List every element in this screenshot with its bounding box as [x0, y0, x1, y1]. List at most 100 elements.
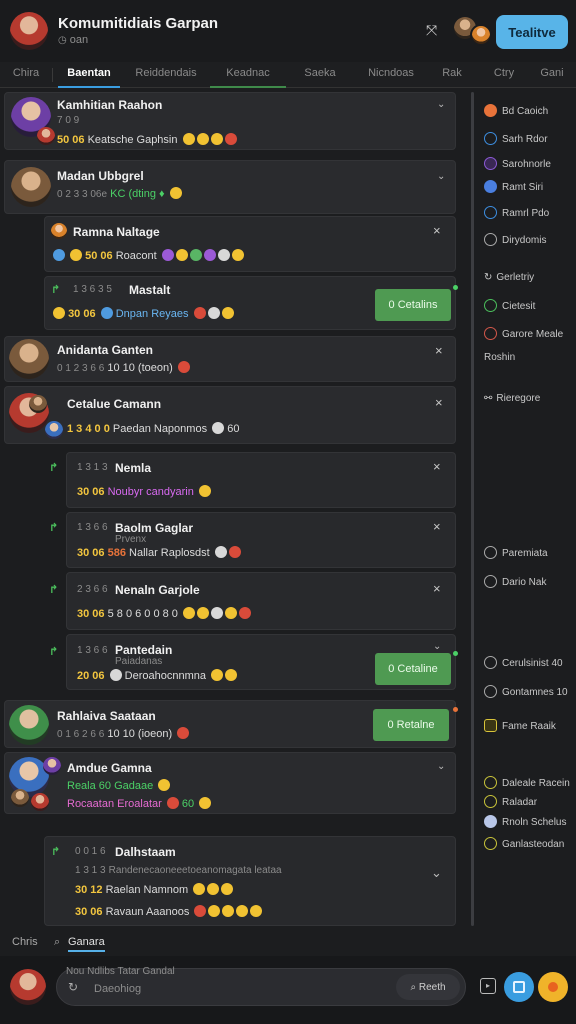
arrow-icon: ↱ — [49, 646, 59, 658]
online-indicator — [453, 285, 458, 290]
tab-gani[interactable]: Gani — [532, 62, 572, 88]
item-count: 30 06 — [77, 608, 105, 620]
search-icon[interactable]: ⌕ — [54, 936, 60, 949]
feed-reply[interactable]: ↱ 1 3 6 6 Pantedain Paiadanas 20 06 Dero… — [49, 634, 458, 690]
item-line: 30 06 Noubyr candyarin — [77, 485, 211, 498]
right-panel-item[interactable]: Paremiata — [484, 546, 548, 559]
right-panel-item[interactable]: Sarh Rdor — [484, 132, 548, 145]
details-button[interactable]: 0 Cetalins — [375, 289, 451, 321]
item-text: Deroahocnnmna — [124, 670, 206, 682]
close-icon[interactable]: × — [435, 343, 443, 358]
tab-divider — [52, 68, 53, 82]
tab-nicndoas[interactable]: Nicndoas — [358, 62, 424, 88]
feed-reply[interactable]: ↱ 2 3 6 6 Nenaln Garjole 30 06 5 8 0 6 0… — [49, 572, 456, 630]
item-title: Kamhitian Raahon — [57, 98, 163, 112]
clock-icon — [484, 656, 497, 669]
item-meta: 0 1 6 2 6 6 — [57, 729, 105, 740]
emoji-icon — [193, 883, 206, 895]
arrow-icon: ↱ — [49, 462, 59, 474]
details-button[interactable]: 0 Cetaline — [375, 653, 451, 685]
tab-ctry[interactable]: Ctry — [484, 62, 524, 88]
right-panel-item[interactable]: Dirydomis — [484, 233, 546, 246]
chevron-down-icon[interactable]: ⌄ — [433, 641, 441, 652]
tab-ganara[interactable]: Ganara — [68, 936, 105, 952]
right-panel-item[interactable]: ⚯ Rieregore — [484, 393, 540, 404]
feed-item[interactable]: Madan Ubbgrel 0 2 3 3 06e KC (dting ♦ ⌄ — [4, 160, 456, 214]
clock-icon — [484, 685, 497, 698]
feed-reply[interactable]: ↱ 1 3 6 3 5 Mastalt 30 06 Dnpan Reyaes 0… — [44, 276, 458, 330]
emoji-icon — [175, 249, 188, 261]
close-icon[interactable]: × — [433, 519, 441, 534]
item-text: Nallar Raplosdst — [129, 547, 210, 559]
feed-reply[interactable]: Ramna Naltage 50 06 Roacont × — [44, 216, 456, 272]
right-panel-item[interactable]: Raladar — [484, 795, 537, 808]
tab-keadnac[interactable]: Keadnac — [210, 62, 286, 88]
share-icon[interactable]: ⤧ — [426, 22, 437, 39]
right-panel-item[interactable]: Rnoln Schelus — [484, 815, 566, 828]
item-text: Raelan Namnom — [105, 884, 189, 896]
right-panel-item[interactable]: Gontamnes 10 — [484, 685, 568, 698]
item-title: Nenaln Garjole — [115, 583, 200, 597]
tab-rak[interactable]: Rak — [432, 62, 472, 88]
item-line: 30 06 586 Nallar Raplosdst — [77, 546, 241, 559]
right-panel-item[interactable]: Sarohnorle — [484, 157, 551, 170]
right-panel-item[interactable]: Bd Caoich — [484, 104, 548, 117]
emoji-icon — [211, 669, 224, 681]
right-panel-item[interactable]: Cerulsinist 40 — [484, 656, 563, 669]
item-sub: Paiadanas — [115, 656, 163, 667]
right-panel-label: Ganlasteodan — [502, 839, 565, 850]
close-icon[interactable]: × — [435, 395, 443, 410]
feed-scrollbar[interactable] — [471, 92, 474, 926]
participant-avatar[interactable] — [470, 24, 492, 46]
right-panel-label: Gerletriy — [496, 272, 535, 283]
feed-item[interactable]: Anidanta Ganten 0 1 2 3 6 6 10 10 (toeon… — [4, 336, 456, 382]
right-panel-item[interactable]: Garore Meale — [484, 327, 563, 340]
send-button[interactable]: ⌕ Reeth — [396, 974, 460, 1000]
tab-baentan[interactable]: Baentan — [58, 62, 120, 88]
right-panel-item[interactable]: Fame Raaik — [484, 719, 556, 732]
details-button[interactable]: 0 Retalne — [373, 709, 449, 741]
attach-button[interactable] — [504, 972, 534, 1002]
right-panel-item[interactable]: ↻ Gerletriy — [484, 272, 534, 283]
item-line: 1 3 1 3 Randenecaoneeetoeanomagata leata… — [75, 864, 282, 876]
feed-item[interactable]: Amdue Gamna Reala 60 Gadaae Rocaatan Ero… — [4, 752, 456, 814]
right-panel-label: Fame Raaik — [502, 721, 556, 732]
my-avatar[interactable] — [10, 969, 46, 1005]
profile-avatar[interactable] — [10, 12, 48, 50]
chevron-down-icon[interactable]: ⌄ — [431, 865, 442, 881]
tab-chris[interactable]: Chris — [12, 936, 38, 948]
right-panel-item[interactable]: Ramt Siri — [484, 180, 543, 193]
avatar-icon — [484, 815, 497, 828]
close-icon[interactable]: × — [433, 223, 441, 238]
chevron-down-icon[interactable]: ⌄ — [437, 761, 445, 772]
chevron-down-icon[interactable]: ⌄ — [437, 171, 445, 182]
right-panel-item[interactable]: Dario Nak — [484, 575, 546, 588]
right-panel-item[interactable]: Cietesit — [484, 299, 535, 312]
tab-saeka[interactable]: Saeka — [292, 62, 348, 88]
feed-reply[interactable]: ↱ 0 0 1 6 Dalhstaam 1 3 1 3 Randenecaone… — [44, 836, 456, 926]
record-button[interactable] — [538, 972, 568, 1002]
right-panel-item[interactable]: Daleale Racein — [484, 776, 570, 789]
chevron-down-icon[interactable]: ⌄ — [437, 99, 445, 110]
refresh-icon[interactable]: ↻ — [68, 980, 78, 994]
feed-reply[interactable]: ↱ 1 3 1 3 Nemla 30 06 Noubyr candyarin × — [49, 452, 456, 508]
close-icon[interactable]: × — [433, 581, 441, 596]
right-panel-item[interactable]: Roshin — [484, 352, 515, 363]
right-panel-item[interactable]: Ramrl Pdo — [484, 206, 549, 219]
right-panel-item[interactable]: Ganlasteodan — [484, 837, 564, 850]
item-text: 5 8 0 6 0 0 8 0 — [107, 608, 178, 620]
close-icon[interactable]: × — [433, 459, 441, 474]
feed-reply[interactable]: ↱ 1 3 6 6 Baolm Gaglar Prvenx 30 06 586 … — [49, 512, 456, 568]
emoji-icon — [250, 905, 263, 917]
feed-item[interactable]: Cetalue Camann 1 3 4 0 0 Paedan Naponmos… — [4, 386, 456, 444]
feed-item[interactable]: Kamhitian Raahon 7 0 9 50 06 Keatsche Ga… — [4, 92, 456, 150]
right-panel-label: Ramt Siri — [502, 182, 544, 193]
feed-item[interactable]: Rahlaiva Saataan 0 1 6 2 6 6 10 10 (ioeo… — [4, 700, 458, 748]
right-panel: Bd Caoich Sarh Rdor Sarohnorle Ramt Siri… — [478, 90, 576, 930]
tab-reiddendais[interactable]: Reiddendais — [128, 62, 204, 88]
emoji-icon — [239, 607, 251, 619]
media-icon[interactable]: ▸ — [480, 978, 496, 994]
tab-chira[interactable]: Chira — [4, 62, 48, 88]
header-action-button[interactable]: Tealitve — [496, 15, 568, 49]
clock-icon — [484, 233, 497, 246]
